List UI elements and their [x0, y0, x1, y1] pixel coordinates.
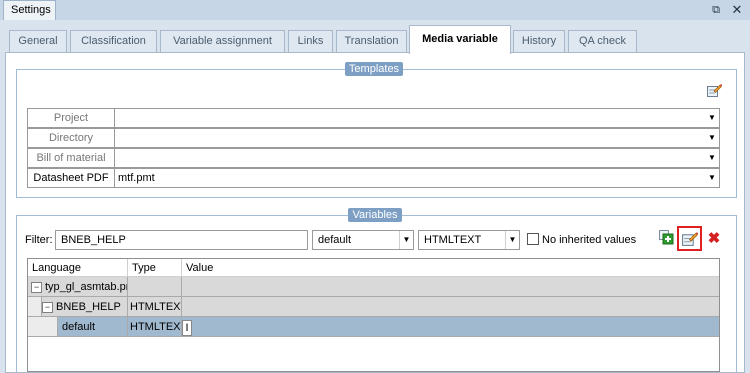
delete-variable-button[interactable]: ✖ — [704, 229, 724, 249]
template-row-datasheet-pdf[interactable]: Datasheet PDF mtf.pmt ▼ — [27, 168, 720, 188]
chevron-down-icon[interactable]: ▼ — [705, 109, 719, 127]
close-icon[interactable]: ✕ — [729, 2, 745, 18]
tab-general[interactable]: General — [9, 30, 67, 52]
value-editor[interactable]: I — [182, 320, 192, 336]
value-cell[interactable]: I — [182, 317, 719, 337]
tree-row[interactable]: −typ_gl_asmtab.pmf — [28, 277, 719, 297]
type-cell — [128, 277, 182, 297]
template-row-bill-of-material[interactable]: Bill of material ▼ — [27, 148, 720, 168]
column-header-type[interactable]: Type — [128, 259, 182, 277]
language-combo-value: default — [318, 234, 352, 246]
tab-qa-check[interactable]: QA check — [568, 30, 637, 52]
template-label: Bill of material — [28, 149, 115, 167]
column-header-value[interactable]: Value — [182, 259, 719, 277]
add-variable-button[interactable] — [656, 229, 676, 249]
no-inherited-label: No inherited values — [542, 234, 637, 246]
value-cell[interactable] — [182, 297, 719, 317]
language-text: BNEB_HELP — [56, 301, 121, 313]
language-cell: default — [58, 317, 128, 337]
template-label: Datasheet PDF — [28, 169, 115, 187]
variables-grid[interactable]: Language Type Value −typ_gl_asmtab.pmf −… — [27, 258, 720, 372]
template-label: Directory — [28, 129, 115, 147]
tab-variable-assignment[interactable]: Variable assignment — [160, 30, 285, 52]
collapse-icon[interactable]: − — [42, 301, 53, 313]
template-label: Project — [28, 109, 115, 127]
tree-row-selected[interactable]: default HTMLTEXT I — [28, 317, 719, 337]
template-value[interactable]: mtf.pmt — [118, 169, 155, 187]
title-bar — [0, 0, 750, 20]
chevron-down-icon[interactable]: ▼ — [705, 169, 719, 187]
chevron-down-icon[interactable]: ▼ — [705, 129, 719, 147]
filter-input[interactable]: BNEB_HELP — [55, 230, 308, 250]
language-combo[interactable]: default ▼ — [312, 230, 414, 250]
restore-icon[interactable]: ⧉ — [708, 2, 724, 18]
no-inherited-checkbox[interactable] — [527, 233, 539, 245]
tree-row[interactable]: − BNEB_HELP HTMLTEXT — [28, 297, 719, 317]
language-cell: − BNEB_HELP — [42, 297, 128, 317]
edit-icon — [682, 232, 698, 246]
chevron-down-icon[interactable]: ▼ — [705, 149, 719, 167]
chevron-down-icon[interactable]: ▼ — [505, 231, 519, 249]
type-combo[interactable]: HTMLTEXT ▼ — [418, 230, 520, 250]
tab-links[interactable]: Links — [288, 30, 333, 52]
chevron-down-icon[interactable]: ▼ — [399, 231, 413, 249]
tree-indent — [28, 297, 42, 317]
tab-classification[interactable]: Classification — [70, 30, 157, 52]
template-row-project[interactable]: Project ▼ — [27, 108, 720, 128]
tree-indent — [28, 317, 58, 337]
delete-icon: ✖ — [707, 230, 721, 247]
collapse-icon[interactable]: − — [31, 281, 42, 293]
column-header-language[interactable]: Language — [28, 259, 128, 277]
edit-variable-button[interactable] — [677, 226, 702, 251]
add-icon — [659, 230, 674, 245]
window-title: Settings — [3, 0, 56, 20]
templates-legend: Templates — [345, 62, 403, 76]
type-combo-value: HTMLTEXT — [424, 234, 482, 246]
templates-edit-button[interactable] — [704, 82, 724, 102]
language-text: typ_gl_asmtab.pmf — [45, 281, 127, 293]
type-cell: HTMLTEXT — [128, 297, 182, 317]
edit-icon — [707, 84, 722, 97]
value-cell[interactable] — [182, 277, 719, 297]
variables-legend: Variables — [348, 208, 402, 222]
filter-label: Filter: — [25, 234, 53, 246]
language-cell: −typ_gl_asmtab.pmf — [28, 277, 128, 297]
tab-history[interactable]: History — [513, 30, 565, 52]
tab-translation[interactable]: Translation — [336, 30, 407, 52]
template-row-directory[interactable]: Directory ▼ — [27, 128, 720, 148]
type-cell: HTMLTEXT — [128, 317, 182, 337]
tab-media-variable[interactable]: Media variable — [409, 25, 511, 54]
